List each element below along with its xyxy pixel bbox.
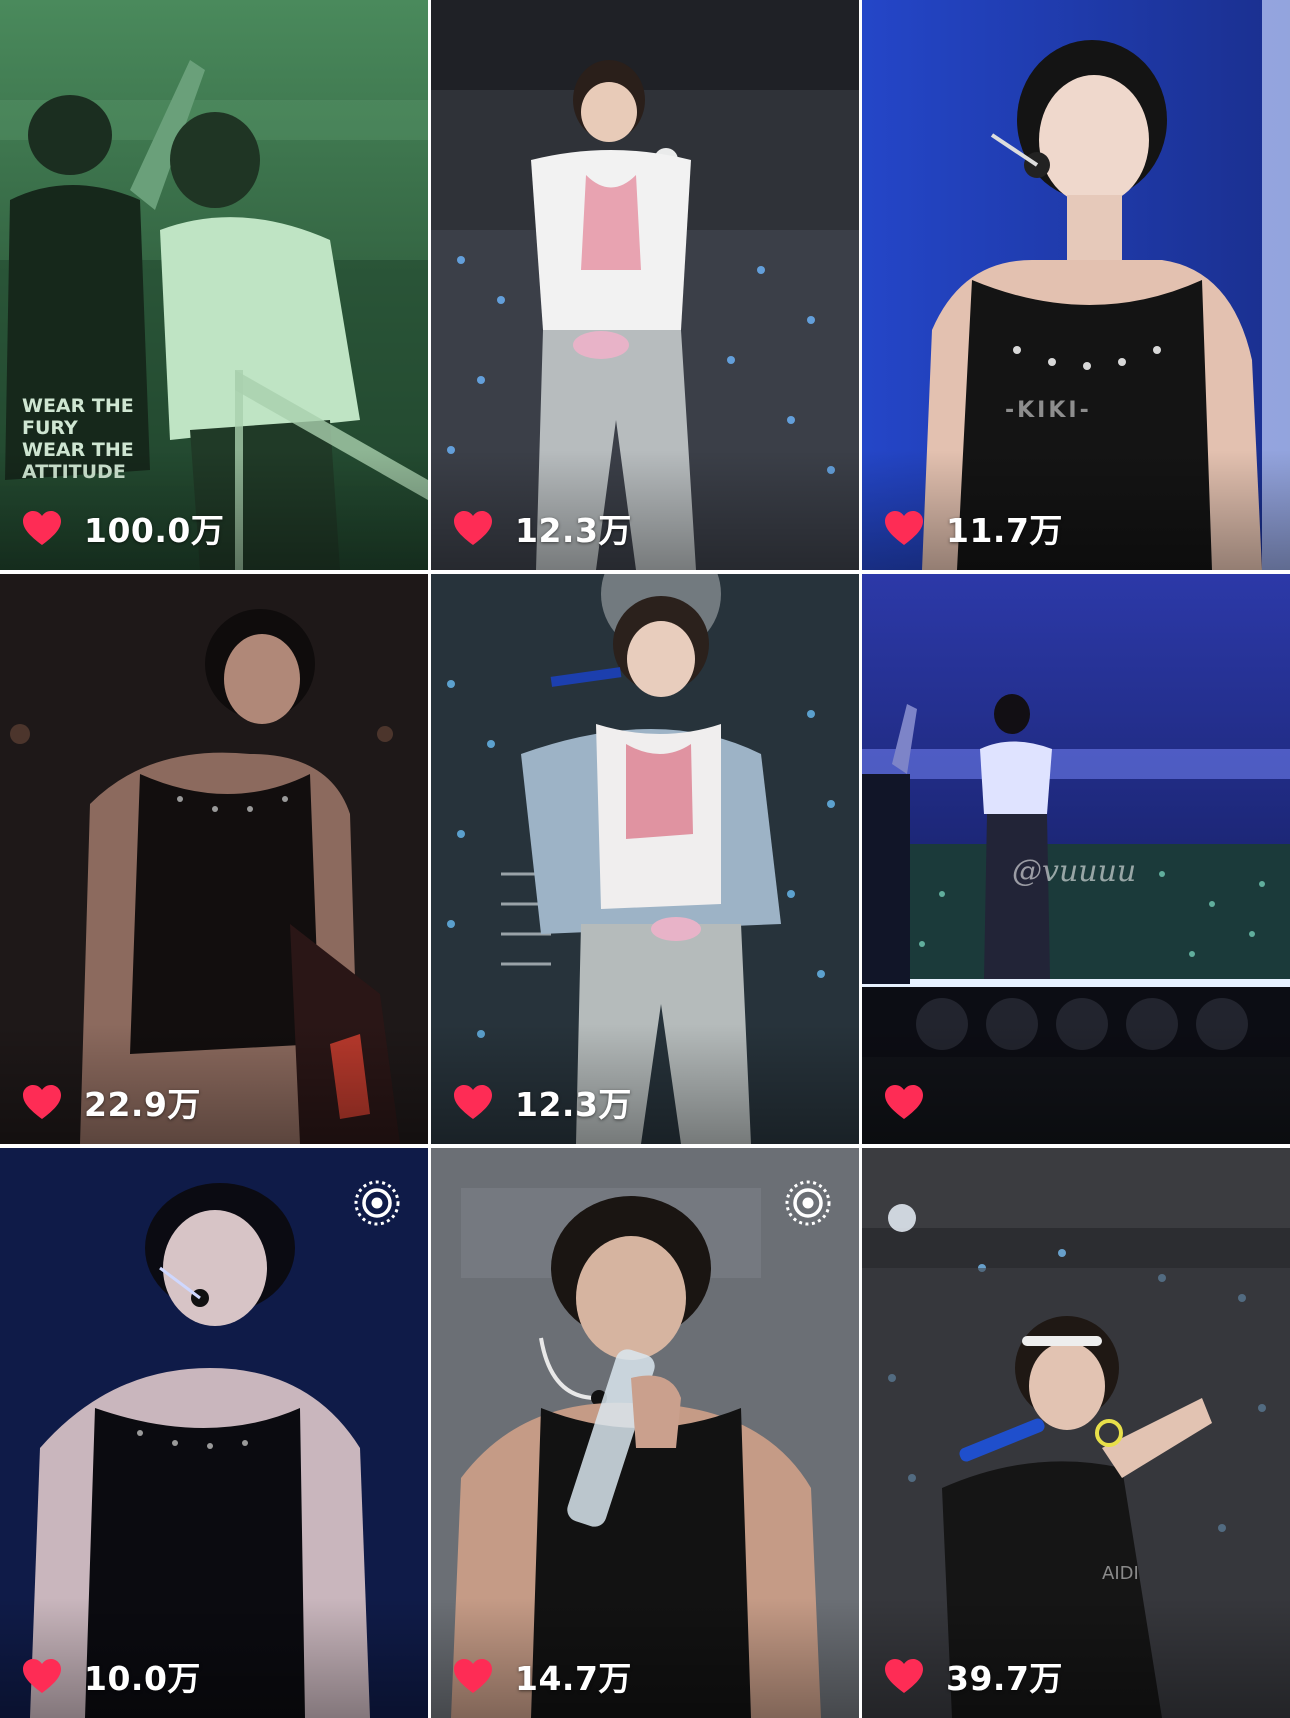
like-counter: 12.3万 [453,1080,632,1124]
photo-tile[interactable]: WEAR THE FURY WEAR THE ATTITUDE 100.0万 [0,0,428,570]
live-photo-icon [354,1180,400,1226]
like-counter [884,1080,946,1124]
like-count: 22.9万 [84,1085,201,1124]
photo-thumbnail [431,1148,859,1718]
photo-thumbnail: @vuuuu [862,574,1290,1144]
heart-icon [454,1659,492,1693]
photo-thumbnail [0,574,428,1144]
like-count: 14.7万 [515,1659,632,1698]
like-counter: 22.9万 [22,1080,201,1124]
like-counter: 39.7万 [884,1654,1063,1698]
photo-tile[interactable]: 10.0万 [0,1148,428,1718]
like-count: 39.7万 [946,1659,1063,1698]
photo-tile[interactable]: 22.9万 [0,574,428,1144]
like-counter: 12.3万 [453,506,632,550]
photo-thumbnail: -KIKI- [862,0,1290,570]
heart-icon [454,1085,492,1119]
heart-icon [23,1085,61,1119]
heart-icon [885,1659,923,1693]
photo-tile[interactable]: -KIKI- 11.7万 [862,0,1290,570]
photo-tile[interactable]: @vuuuu [862,574,1290,1144]
like-count: 12.3万 [515,511,632,550]
photo-tile[interactable]: AIDI 39.7万 [862,1148,1290,1718]
photo-thumbnail [0,1148,428,1718]
photo-thumbnail: AIDI [862,1148,1290,1718]
heart-icon [454,511,492,545]
photo-tile[interactable]: 14.7万 [431,1148,859,1718]
like-counter: 100.0万 [22,506,224,550]
like-count: 11.7万 [946,511,1063,550]
like-count: 100.0万 [84,511,225,550]
photo-tile[interactable]: 12.3万 [431,0,859,570]
heart-icon [23,1659,61,1693]
like-counter: 10.0万 [22,1654,201,1698]
heart-icon [885,1085,923,1119]
photo-grid: WEAR THE FURY WEAR THE ATTITUDE 100.0万 1… [0,0,1290,1718]
like-count: 10.0万 [84,1659,201,1698]
photo-thumbnail [431,0,859,570]
like-counter: 14.7万 [453,1654,632,1698]
photo-thumbnail: WEAR THE FURY WEAR THE ATTITUDE [0,0,428,570]
photo-tile[interactable]: 12.3万 [431,574,859,1144]
heart-icon [885,511,923,545]
photo-thumbnail [431,574,859,1144]
like-counter: 11.7万 [884,506,1063,550]
heart-icon [23,511,61,545]
live-photo-icon [785,1180,831,1226]
like-count: 12.3万 [515,1085,632,1124]
